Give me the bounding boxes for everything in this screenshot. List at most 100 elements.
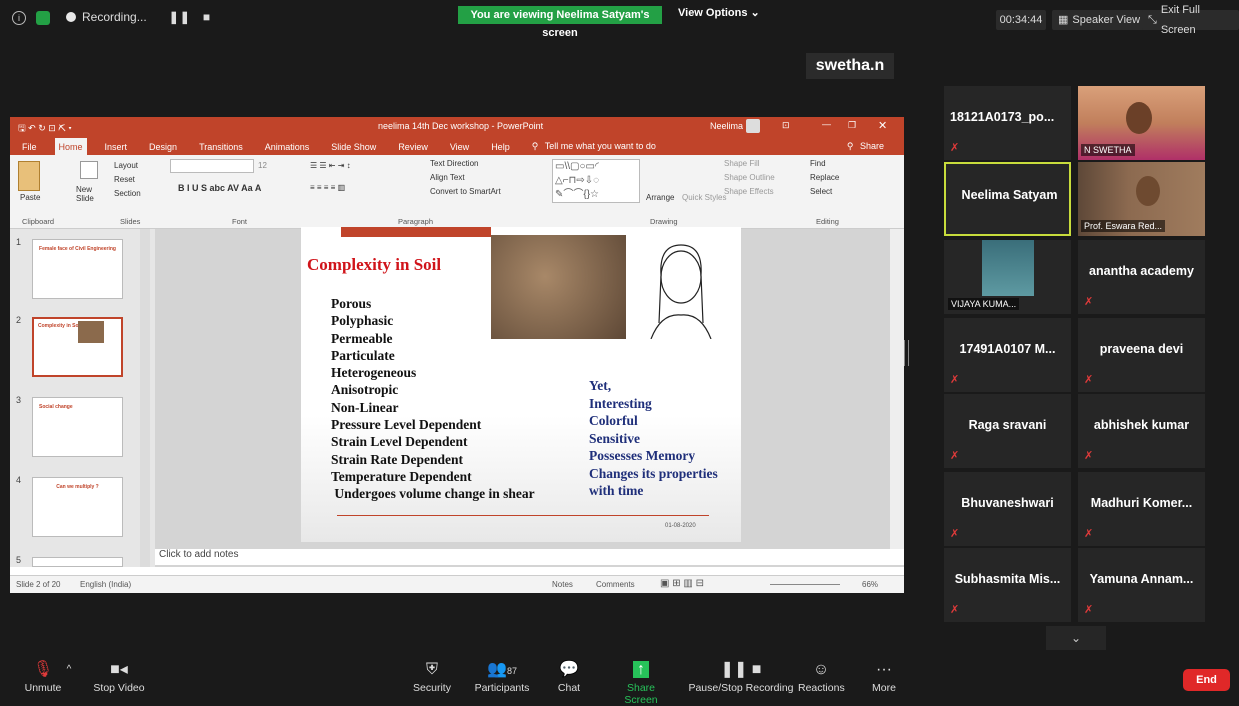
exit-fullscreen-button[interactable]: ⤡ Exit Full Screen	[1142, 4, 1239, 36]
font-name-box[interactable]	[170, 159, 254, 173]
slide-thumbnail-3[interactable]: Social change	[32, 397, 123, 457]
shapes-gallery[interactable]: ▭\\▢○▭◜ △⌐⊓⇨⇩◌ ✎⌒⌒{}☆	[552, 159, 640, 203]
chevron-up-icon[interactable]: ^	[62, 658, 76, 682]
more-button[interactable]: ··· More	[868, 658, 900, 694]
participant-tile[interactable]: Prof. Eswara Red...	[1078, 162, 1205, 236]
pause-recording-icon[interactable]: ❚❚	[169, 10, 191, 24]
font-size-box[interactable]: 12	[258, 161, 267, 170]
stop-recording-icon[interactable]: ■	[203, 10, 210, 24]
align-buttons[interactable]: ≡ ≡ ≡ ≡ ▥	[310, 183, 345, 192]
chat-button[interactable]: 💬 Chat	[556, 658, 582, 694]
pause-stop-recording-button[interactable]: ❚❚ ■ Pause/Stop Recording	[688, 658, 794, 694]
unmute-button[interactable]: 🎙 Unmute	[20, 658, 66, 694]
font-format-buttons[interactable]: B I U S abc AV Aa A	[178, 183, 261, 193]
security-button[interactable]: ⛨ Security	[410, 658, 454, 694]
find-button[interactable]: Find	[810, 159, 826, 168]
participant-tile[interactable]: Yamuna Annam... ✗	[1078, 548, 1205, 622]
zoom-slider[interactable]	[770, 584, 840, 585]
quick-access-toolbar[interactable]: 🖫 ↶ ↻ ⊡ ⛏ ▾	[18, 121, 72, 137]
language[interactable]: English (India)	[80, 580, 131, 589]
participant-name: VIJAYA KUMA...	[948, 298, 1020, 310]
tab-help[interactable]: Help	[487, 142, 514, 155]
chevron-down-icon[interactable]: ⌄	[1046, 626, 1106, 650]
stop-video-label: Stop Video	[93, 682, 145, 694]
stop-video-button[interactable]: ■◂ Stop Video	[90, 658, 148, 694]
participant-tile[interactable]: Subhasmita Mis... ✗	[944, 548, 1071, 622]
zoom-level[interactable]: 66%	[862, 580, 878, 589]
reset-button[interactable]: Reset	[114, 175, 135, 184]
tell-me-search[interactable]: ⚲ Tell me what you want to do	[528, 141, 664, 155]
tab-file[interactable]: File	[18, 142, 41, 155]
group-editing: Editing	[816, 217, 839, 226]
participant-tile[interactable]: 18121A0173_po... ✗	[944, 86, 1071, 160]
participant-tile[interactable]: VIJAYA KUMA...	[944, 240, 1071, 314]
participants-button[interactable]: 👥87 Participants	[472, 658, 532, 694]
arrange-button[interactable]: Arrange	[646, 193, 674, 202]
minimize-icon[interactable]: —	[822, 119, 831, 129]
tab-animations[interactable]: Animations	[261, 142, 314, 155]
user-avatar[interactable]	[746, 119, 760, 133]
slide-thumbnail-1[interactable]: Female face of Civil Engineering	[32, 239, 123, 299]
replace-button[interactable]: Replace	[810, 173, 839, 182]
ppt-user-name: Neelima	[710, 121, 744, 131]
view-buttons[interactable]: ▣ ⊞ ▥ ⊟	[660, 578, 704, 589]
shield-icon[interactable]	[36, 11, 50, 25]
reactions-button[interactable]: ☺ Reactions	[798, 658, 845, 694]
participant-tile[interactable]: N SWETHA	[1078, 86, 1205, 160]
section-button[interactable]: Section	[114, 189, 141, 198]
convert-smartart-button[interactable]: Convert to SmartArt	[430, 187, 501, 196]
tab-review[interactable]: Review	[394, 142, 432, 155]
participant-tile[interactable]: anantha academy ✗	[1078, 240, 1205, 314]
tab-slide-show[interactable]: Slide Show	[327, 142, 380, 155]
participant-count: 87	[506, 666, 517, 676]
comments-toggle[interactable]: Comments	[596, 580, 635, 589]
maximize-icon[interactable]: ❐	[848, 120, 856, 131]
mic-muted-icon: 🎙	[32, 661, 54, 678]
quick-styles-button[interactable]: Quick Styles	[682, 193, 726, 202]
slide-thumbnail-5[interactable]	[32, 557, 123, 567]
speaker-view-button[interactable]: ▦ Speaker View	[1052, 10, 1147, 30]
share-screen-icon: ↑	[610, 658, 672, 682]
tab-design[interactable]: Design	[145, 142, 181, 155]
ribbon-display-icon[interactable]: ⊡	[782, 120, 790, 131]
select-button[interactable]: Select	[810, 187, 832, 196]
slide-scrollbar[interactable]	[890, 229, 904, 549]
paste-icon[interactable]	[18, 161, 40, 191]
text-direction-button[interactable]: Text Direction	[430, 159, 478, 168]
participant-tile-active[interactable]: Neelima Satyam	[944, 162, 1071, 236]
tab-home[interactable]: Home	[54, 138, 87, 155]
participant-name: 17491A0107 M...	[959, 342, 1056, 356]
view-options-button[interactable]: View Options ⌄	[678, 6, 760, 19]
notes-pane[interactable]: Click to add notes	[155, 549, 904, 565]
thumb-scrollbar[interactable]	[140, 229, 150, 567]
participant-tile[interactable]: Madhuri Komer... ✗	[1078, 472, 1205, 546]
share-button[interactable]: ⚲ Share	[843, 141, 892, 155]
ppt-status-bar: Slide 2 of 20 English (India) Notes Comm…	[10, 575, 904, 593]
slide-thumbnail-4[interactable]: Can we multiply ?	[32, 477, 123, 537]
recording-label: Recording...	[82, 10, 147, 24]
shape-fill-button[interactable]: Shape Fill	[724, 159, 760, 168]
participant-tile[interactable]: abhishek kumar ✗	[1078, 394, 1205, 468]
tab-transitions[interactable]: Transitions	[195, 142, 247, 155]
participant-tile[interactable]: praveena devi ✗	[1078, 318, 1205, 392]
mic-muted-icon: ✗	[950, 528, 960, 540]
new-slide-icon[interactable]	[80, 161, 98, 179]
current-slide[interactable]: Complexity in Soil Porous Polyphasic Per…	[301, 227, 741, 542]
participant-tile[interactable]: 17491A0107 M... ✗	[944, 318, 1071, 392]
end-meeting-button[interactable]: End	[1183, 669, 1230, 691]
list-item: Interesting	[589, 395, 652, 411]
participant-tile[interactable]: Bhuvaneshwari ✗	[944, 472, 1071, 546]
close-icon[interactable]: ✕	[878, 119, 887, 132]
slide-thumbnail-2[interactable]: Complexity in Soil	[32, 317, 123, 377]
shape-outline-button[interactable]: Shape Outline	[724, 173, 775, 182]
notes-toggle[interactable]: Notes	[552, 580, 573, 589]
tab-insert[interactable]: Insert	[101, 142, 132, 155]
splitter-handle[interactable]	[904, 340, 909, 366]
list-buttons[interactable]: ☰ ☰ ⇤ ⇥ ↕	[310, 161, 351, 170]
tab-view[interactable]: View	[446, 142, 473, 155]
participant-tile[interactable]: Raga sravani ✗	[944, 394, 1071, 468]
align-text-button[interactable]: Align Text	[430, 173, 465, 182]
shape-effects-button[interactable]: Shape Effects	[724, 187, 774, 196]
layout-button[interactable]: Layout	[114, 161, 138, 170]
info-icon[interactable]: i	[12, 11, 26, 25]
